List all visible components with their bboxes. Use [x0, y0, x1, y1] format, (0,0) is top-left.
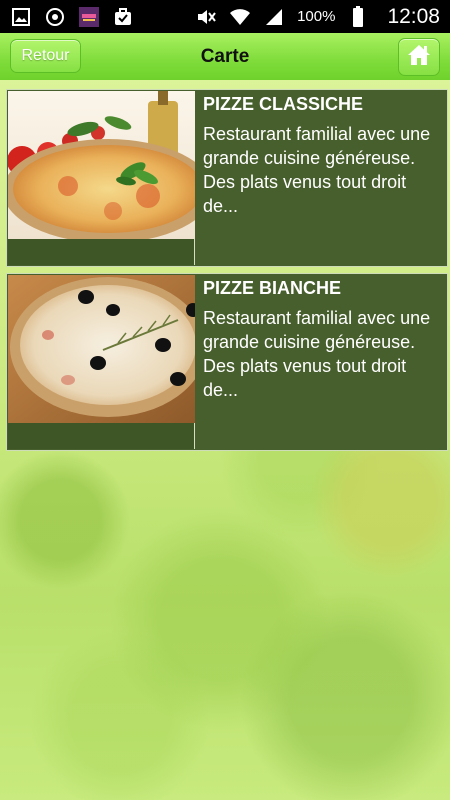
menu-item-title: PIZZE BIANCHE — [203, 278, 342, 298]
status-left-icons — [10, 6, 134, 28]
status-bar: 100% 12:08 — [0, 0, 450, 33]
battery-percent: 100% — [297, 8, 336, 25]
back-button[interactable]: Retour — [10, 39, 81, 73]
menu-item-card[interactable]: PIZZE CLASSICHE Restaurant familial avec… — [6, 89, 448, 267]
menu-item-title: PIZZE CLASSICHE — [203, 94, 364, 114]
sync-icon — [44, 6, 66, 28]
page-title: Carte — [200, 45, 250, 67]
app-icon — [78, 6, 100, 28]
app-header: Retour Carte — [0, 33, 450, 80]
clock: 12:08 — [387, 4, 440, 28]
signal-icon — [263, 6, 285, 28]
status-right-icons: 100% 12:08 — [195, 5, 440, 29]
pizza-bianca-image — [8, 275, 195, 423]
battery-icon — [347, 5, 369, 28]
menu-item-card[interactable]: PIZZE BIANCHE Restaurant familial avec u… — [6, 273, 448, 451]
briefcase-check-icon — [112, 6, 134, 28]
menu-item-description: Restaurant familial avec une grande cuis… — [203, 124, 431, 216]
menu-item-description: Restaurant familial avec une grande cuis… — [203, 308, 431, 400]
home-button[interactable] — [398, 38, 440, 76]
wifi-icon — [229, 6, 251, 28]
menu-item-thumbnail — [8, 91, 195, 265]
menu-item-thumbnail — [8, 275, 195, 449]
pizza-margherita-image — [8, 91, 195, 239]
gallery-icon — [10, 6, 32, 28]
home-icon — [406, 43, 432, 72]
mute-icon — [195, 6, 217, 28]
